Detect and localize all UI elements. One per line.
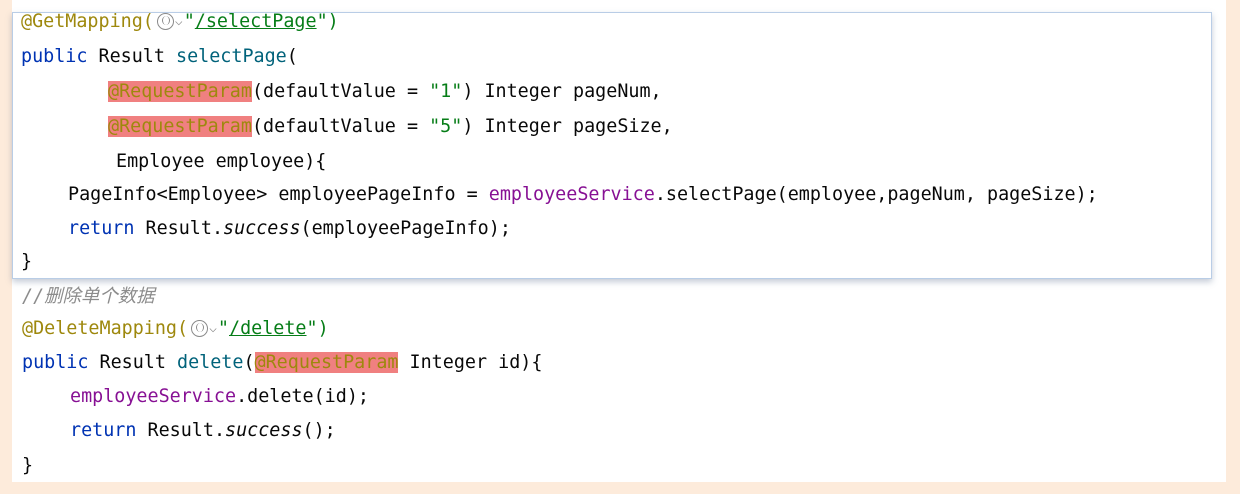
code-line-4: @RequestParam(defaultValue = "5") Intege… — [108, 116, 673, 137]
code-line-5: Employee employee){ — [116, 151, 327, 172]
url-link[interactable]: /selectPage — [195, 11, 317, 32]
code-preview-popup: @GetMapping(⌵"/selectPage") public Resul… — [12, 11, 1212, 279]
code-line-10: @DeleteMapping(⌵"/delete") — [22, 314, 329, 344]
globe-icon[interactable] — [156, 13, 174, 30]
code-line-11: public Result delete(@RequestParam Integ… — [22, 352, 543, 373]
field-reference: employeeService — [488, 184, 655, 205]
code-line-6: PageInfo<Employee> employeePageInfo = em… — [68, 184, 1098, 205]
highlighted-annotation: @RequestParam — [108, 116, 252, 137]
code-line-14: } — [22, 455, 34, 476]
globe-icon[interactable] — [191, 320, 209, 337]
annotation: @GetMapping( — [21, 11, 154, 32]
code-line-12: employeeService.delete(id); — [70, 386, 369, 407]
code-line-1: @GetMapping(⌵"/selectPage") — [21, 7, 339, 37]
annotation: @DeleteMapping( — [22, 318, 189, 339]
code-line-7: return Result.success(employeePageInfo); — [68, 218, 511, 239]
chevron-down-icon[interactable]: ⌵ — [175, 7, 183, 37]
field-reference: employeeService — [70, 386, 237, 407]
code-line-9: //删除单个数据 — [22, 282, 155, 312]
code-line-13: return Result.success(); — [70, 420, 336, 441]
comment: //删除单个数据 — [22, 286, 155, 307]
code-line-2: public Result selectPage( — [21, 46, 298, 67]
method-name: selectPage — [176, 46, 287, 67]
code-line-8: } — [21, 251, 33, 272]
method-name: delete — [177, 352, 244, 373]
highlighted-annotation: @RequestParam — [254, 352, 399, 373]
code-line-3: @RequestParam(defaultValue = "1") Intege… — [108, 81, 662, 102]
highlighted-annotation: @RequestParam — [108, 81, 252, 102]
url-link[interactable]: /delete — [229, 318, 307, 339]
chevron-down-icon[interactable]: ⌵ — [209, 314, 217, 344]
